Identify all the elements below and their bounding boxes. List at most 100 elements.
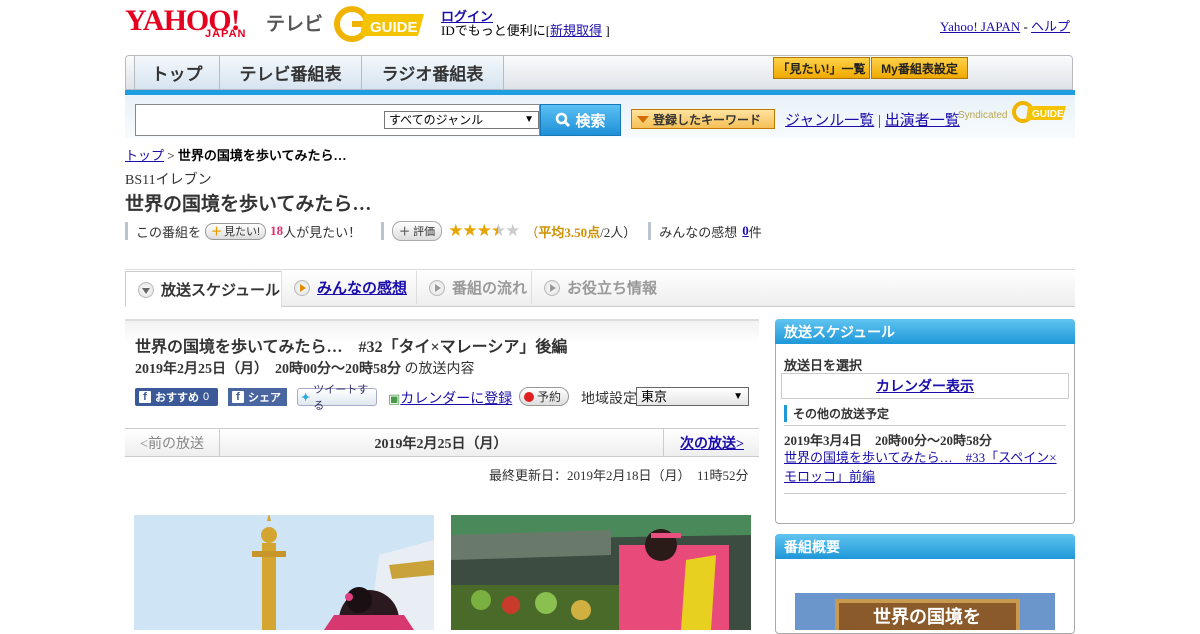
- rating-average: （平均3.50点/2人）: [525, 222, 636, 241]
- next-broadcast-cell: 次の放送>: [663, 429, 760, 456]
- rating-stars: ★★★★★: [448, 221, 520, 240]
- search-button[interactable]: 検索: [540, 104, 621, 136]
- plus-icon: ＋: [211, 226, 223, 238]
- program-logo-image: 世界の国境を: [795, 593, 1055, 630]
- gguide-logo[interactable]: GUIDE: [334, 6, 430, 42]
- play-arrow-icon: [544, 279, 560, 296]
- tweet-button[interactable]: ✦ ツイートする: [297, 384, 377, 412]
- want-button-label: 見たい!: [224, 226, 261, 238]
- tv-logo-label: テレビ: [266, 14, 324, 35]
- mitai-list-button[interactable]: 「見たい!」一覧: [773, 57, 870, 79]
- overview-panel-header: 番組概要: [775, 534, 1075, 559]
- tab-impressions-label[interactable]: みんなの感想: [317, 277, 407, 298]
- next-broadcast-link[interactable]: 次の放送>: [680, 433, 744, 453]
- registered-keyword-label: 登録したキーワード: [653, 112, 762, 127]
- chevron-down-icon: [138, 281, 154, 298]
- schedule-panel-header: 放送スケジュール: [775, 319, 1075, 344]
- tab-flow: 番組の流れ: [417, 271, 532, 304]
- market-photo: [451, 515, 751, 630]
- cast-list-link[interactable]: 出演者一覧: [885, 113, 960, 129]
- genre-select-value: すべてのジャンル: [389, 113, 484, 127]
- empty-star-icon: ★: [505, 221, 520, 240]
- episode-image-2: [451, 515, 751, 630]
- pager-date: 2019年2月25日（月）: [374, 436, 508, 452]
- fb-count: 0: [203, 391, 210, 403]
- yahoo-japan-link[interactable]: Yahoo! JAPAN: [940, 19, 1020, 34]
- last-updated: 最終更新日：2019年2月18日（月） 11時52分: [489, 468, 749, 483]
- tweet-label: ツイートする: [313, 384, 369, 412]
- facebook-recommend-button[interactable]: f おすすめ 0: [135, 388, 218, 406]
- record-dot-icon: [524, 391, 534, 402]
- play-arrow-icon: [294, 279, 310, 296]
- calendar-register-link[interactable]: カレンダーに登録: [400, 392, 512, 407]
- fb-recommend-label: おすすめ: [155, 392, 199, 404]
- want-count: 18: [270, 223, 284, 238]
- nav-tab-radio[interactable]: ラジオ番組表: [362, 56, 504, 89]
- tab-impressions[interactable]: みんなの感想: [282, 271, 417, 304]
- facebook-icon: f: [139, 391, 151, 403]
- calendar-register[interactable]: ▣カレンダーに登録: [388, 388, 512, 408]
- other-broadcast-link[interactable]: 世界の国境を歩いてみたら… #33「スペイン×モロッコ」前編: [784, 450, 1057, 484]
- svg-text:GUIDE: GUIDE: [1032, 109, 1064, 120]
- episode-datetime: 2019年2月25日（月） 20時00分～20時58分 の放送内容: [135, 358, 475, 378]
- overview-image: 世界の国境を: [795, 593, 1055, 630]
- prev-broadcast: <前の放送: [125, 429, 220, 456]
- tab-schedule[interactable]: 放送スケジュール: [125, 271, 282, 307]
- tab-schedule-label: 放送スケジュール: [161, 283, 280, 299]
- avg-label: 平均: [538, 224, 565, 240]
- region-select[interactable]: 東京 ▼: [636, 387, 749, 406]
- yahoo-logo-japan: JAPAN: [205, 28, 247, 40]
- plus-icon: ＋: [399, 226, 411, 238]
- divider: [784, 493, 1066, 494]
- breadcrumb-sep: >: [167, 148, 175, 163]
- tab-info-label: お役立ち情報: [567, 281, 658, 297]
- overview-image-text: 世界の国境を: [873, 606, 981, 628]
- meta-divider: [381, 222, 385, 240]
- my-bangumi-button[interactable]: My番組表設定: [871, 57, 968, 79]
- gguide-small-logo: GUIDE: [1012, 101, 1066, 123]
- calendar-show-link[interactable]: カレンダー表示: [876, 376, 974, 396]
- genre-select[interactable]: すべてのジャンル ▼: [384, 111, 539, 129]
- breadcrumb-current: 世界の国境を歩いてみたら…: [177, 148, 347, 163]
- station-name: BS11イレブン: [125, 173, 212, 188]
- temple-photo: [134, 515, 434, 630]
- want-button[interactable]: ＋見たい!: [205, 222, 267, 240]
- impressions-label: みんなの感想: [659, 224, 738, 240]
- reserve-button[interactable]: 予約: [519, 387, 569, 406]
- divider: [784, 425, 1066, 426]
- search-links: ジャンル一覧 | 出演者一覧: [785, 109, 960, 130]
- avg-value: 3.50点: [564, 224, 601, 240]
- register-link[interactable]: 新規取得: [550, 23, 602, 38]
- search-button-label: 検索: [575, 112, 606, 130]
- triangle-down-icon: [637, 115, 649, 123]
- chevron-down-icon: ▼: [733, 391, 743, 402]
- episode-datetime-value: 2019年2月25日（月） 20時00分～20時58分: [135, 362, 401, 377]
- impressions-unit: 件: [748, 224, 762, 240]
- nav-tab-tv[interactable]: テレビ番組表: [220, 56, 362, 89]
- facebook-icon: f: [232, 391, 244, 403]
- meta-divider: [125, 222, 128, 240]
- facebook-share-button[interactable]: f シェア: [228, 388, 287, 406]
- genre-list-link[interactable]: ジャンル一覧: [785, 113, 874, 129]
- episode-image-1: [134, 515, 434, 630]
- id-promo-text: IDでもっと便利に[: [441, 23, 551, 38]
- other-broadcast-date: 2019年3月4日 20時00分～20時58分: [784, 433, 993, 448]
- nav-tab-top[interactable]: トップ: [134, 56, 220, 89]
- twitter-bird-icon: ✦: [301, 391, 311, 404]
- breadcrumb-top[interactable]: トップ: [125, 148, 164, 163]
- id-promo-end: ]: [605, 23, 610, 38]
- other-schedule-header: その他の放送予定: [784, 405, 889, 422]
- choose-date-label: 放送日を選択: [784, 358, 863, 373]
- rate-button[interactable]: ＋評価: [392, 221, 443, 241]
- want-prefix: この番組を: [136, 224, 202, 240]
- registered-keyword-button[interactable]: 登録したキーワード: [631, 109, 775, 129]
- avg-open: （: [525, 224, 539, 240]
- program-meta: この番組を ＋見たい! 18 人が見たい！ ＋評価 ★★★★★ （平均3.50点/…: [125, 221, 762, 241]
- meta-divider: [648, 222, 652, 240]
- svg-text:GUIDE: GUIDE: [370, 19, 418, 36]
- reserve-label: 予約: [537, 390, 562, 404]
- calendar-plus-icon: ▣: [388, 391, 401, 406]
- page-title: 世界の国境を歩いてみたら…: [125, 194, 372, 215]
- want-suffix: 人が見たい！: [283, 224, 362, 240]
- help-link[interactable]: ヘルプ: [1031, 19, 1070, 34]
